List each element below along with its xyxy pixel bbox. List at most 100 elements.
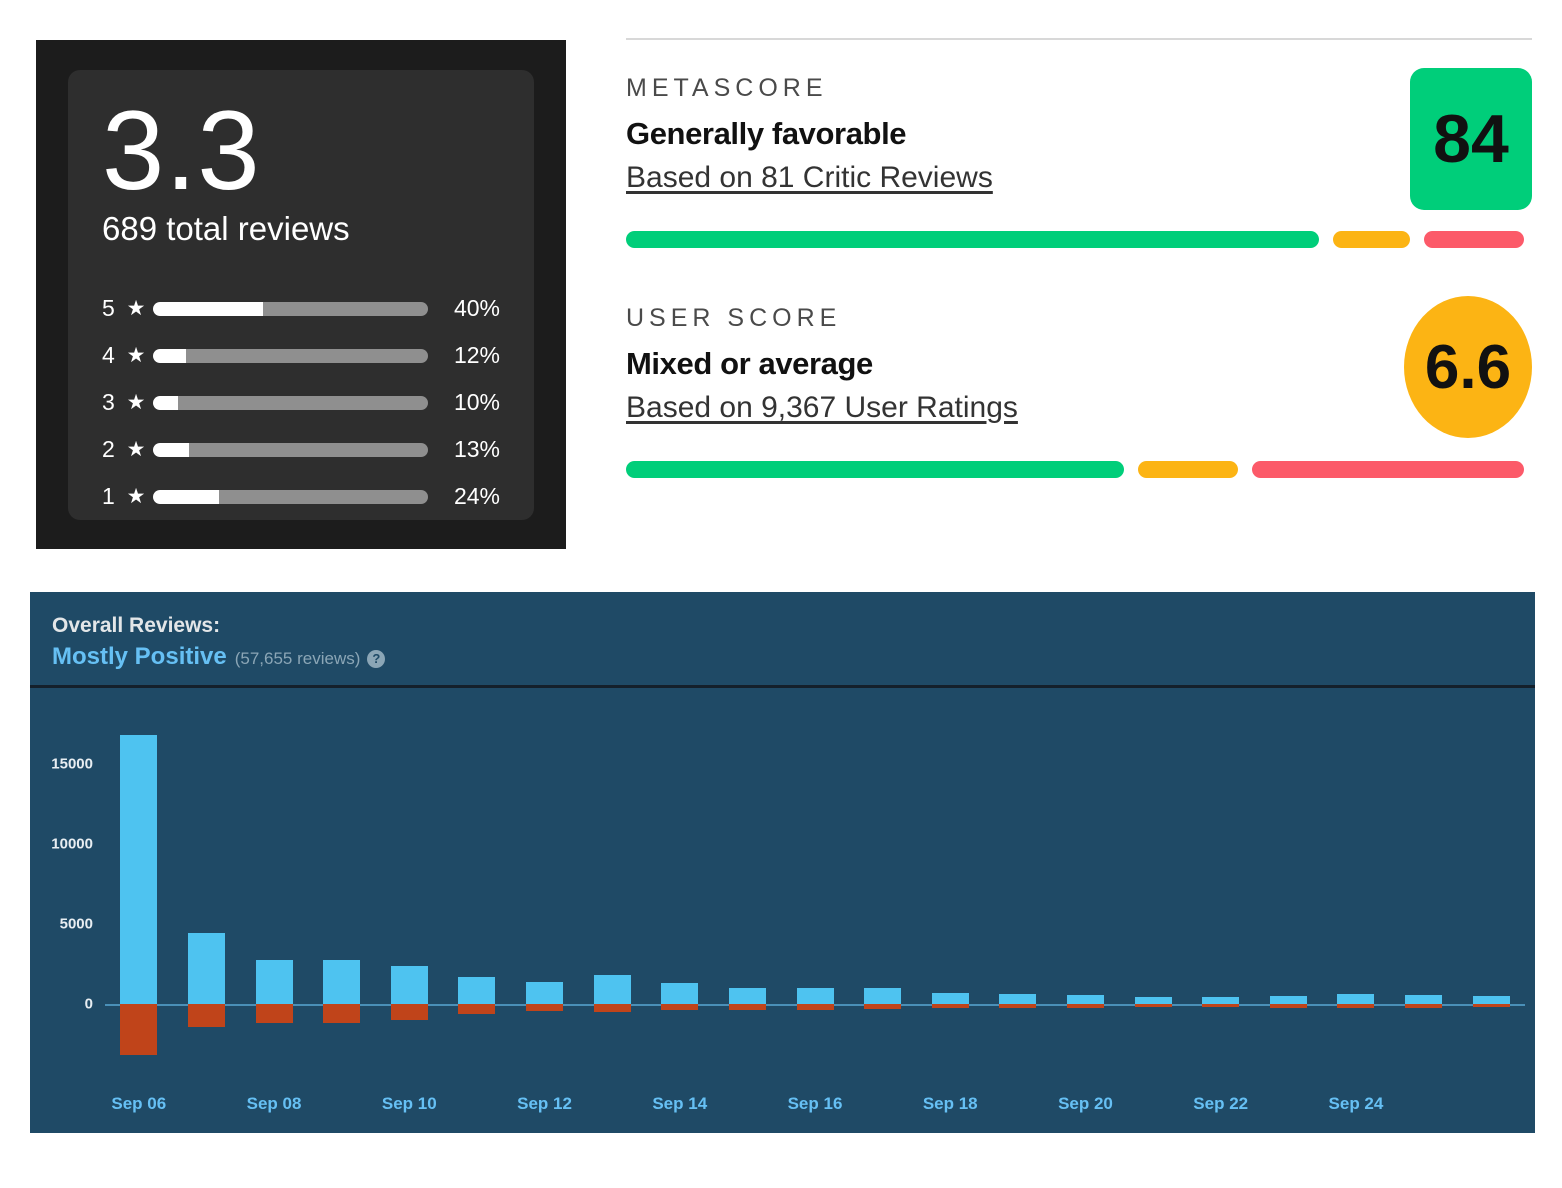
userscore-block: USER SCORE Mixed or average Based on 9,3…: [626, 304, 1532, 478]
histogram-bar-negative: [526, 1004, 563, 1011]
sentiment-segment-green: [626, 461, 1124, 478]
star-icon: ★: [119, 345, 153, 366]
sentiment-segment-red: [1252, 461, 1524, 478]
histogram-bar-negative: [661, 1004, 698, 1010]
userscore-badge[interactable]: 6.6: [1404, 296, 1532, 438]
question-mark-icon[interactable]: ?: [367, 650, 385, 668]
top-divider: [626, 38, 1532, 40]
histogram-bar-column[interactable]: [864, 716, 901, 1068]
histogram-bar-negative: [1337, 1004, 1374, 1008]
sentiment-segment-yellow: [1138, 461, 1238, 478]
sentiment-segment-red: [1424, 231, 1524, 248]
overall-reviews-summary: Mostly Positive (57,655 reviews) ?: [52, 643, 1535, 671]
histogram-bar-positive: [256, 960, 293, 1004]
star-row-percent: 13%: [428, 436, 500, 463]
histogram-bar-column[interactable]: [1135, 716, 1172, 1068]
star-rating-row: 2★ 13%: [102, 435, 500, 465]
histogram-bar-negative: [1202, 1004, 1239, 1007]
histogram-bar-positive: [1337, 994, 1374, 1004]
x-axis-tick-label: Sep 12: [517, 1094, 572, 1114]
star-row-count: 2: [102, 436, 119, 463]
star-icon: ★: [119, 439, 153, 460]
histogram-bar-column[interactable]: [526, 716, 563, 1068]
histogram-bar-negative: [391, 1004, 428, 1020]
screenshot-root: 3.3 689 total reviews 5★40%4★12%3★10%2★1…: [0, 0, 1562, 1188]
x-axis-tick-label: Sep 16: [788, 1094, 843, 1114]
star-rating-card-inner: 3.3 689 total reviews 5★40%4★12%3★10%2★1…: [68, 70, 534, 520]
x-axis-tick-label: Sep 24: [1329, 1094, 1384, 1114]
star-icon: ★: [119, 486, 153, 507]
metascore-block: METASCORE Generally favorable Based on 8…: [626, 74, 1532, 248]
histogram-bar-column[interactable]: [1202, 716, 1239, 1068]
star-rating-card: 3.3 689 total reviews 5★40%4★12%3★10%2★1…: [36, 40, 566, 549]
steam-reviews-panel: Overall Reviews: Mostly Positive (57,655…: [30, 592, 1535, 1133]
star-row-track: [153, 349, 428, 363]
histogram-bar-negative: [1405, 1004, 1442, 1008]
metascore-critic-reviews-link[interactable]: Based on 81 Critic Reviews: [626, 161, 993, 195]
histogram-bar-positive: [188, 933, 225, 1004]
star-row-percent: 40%: [428, 295, 500, 322]
x-axis-tick-label: Sep 10: [382, 1094, 437, 1114]
star-rating-row: 5★ 40%: [102, 294, 500, 324]
average-rating-value: 3.3: [102, 98, 500, 204]
histogram-bar-column[interactable]: [1405, 716, 1442, 1068]
star-row-percent: 24%: [428, 483, 500, 510]
metascore-verdict: Generally favorable: [626, 116, 1532, 152]
overall-reviews-count: (57,655 reviews): [235, 649, 361, 669]
sentiment-segment-yellow: [1333, 231, 1410, 248]
histogram-bar-negative: [729, 1004, 766, 1010]
histogram-bar-negative: [1067, 1004, 1104, 1008]
histogram-bar-positive: [323, 960, 360, 1004]
histogram-bar-column[interactable]: [188, 716, 225, 1068]
x-axis-tick-label: Sep 20: [1058, 1094, 1113, 1114]
histogram-bar-negative: [120, 1004, 157, 1055]
star-row-track: [153, 302, 428, 316]
steam-reviews-header: Overall Reviews: Mostly Positive (57,655…: [30, 592, 1535, 685]
histogram-bar-column[interactable]: [797, 716, 834, 1068]
userscore-user-ratings-link[interactable]: Based on 9,367 User Ratings: [626, 391, 1018, 425]
histogram-bar-column[interactable]: [391, 716, 428, 1068]
star-row-count: 5: [102, 295, 119, 322]
x-axis-tick-label: Sep 18: [923, 1094, 978, 1114]
histogram-bar-column[interactable]: [729, 716, 766, 1068]
histogram-bar-positive: [1202, 997, 1239, 1004]
histogram-bar-column[interactable]: [1270, 716, 1307, 1068]
histogram-bar-positive: [1270, 996, 1307, 1004]
histogram-bar-positive: [729, 988, 766, 1004]
y-axis-tick-label: 10000: [51, 836, 93, 853]
star-row-count: 1: [102, 483, 119, 510]
histogram-bar-column[interactable]: [661, 716, 698, 1068]
histogram-bar-positive: [526, 982, 563, 1004]
histogram-bar-negative: [188, 1004, 225, 1027]
histogram-bar-positive: [120, 735, 157, 1004]
histogram-bar-column[interactable]: [1473, 716, 1510, 1068]
y-axis-tick-label: 15000: [51, 756, 93, 773]
star-row-track: [153, 396, 428, 410]
histogram-bar-positive: [458, 977, 495, 1004]
histogram-bar-column[interactable]: [120, 716, 157, 1068]
histogram-bar-column[interactable]: [594, 716, 631, 1068]
star-icon: ★: [119, 298, 153, 319]
histogram-bar-column[interactable]: [323, 716, 360, 1068]
star-icon: ★: [119, 392, 153, 413]
star-row-percent: 10%: [428, 389, 500, 416]
histogram-bar-column[interactable]: [256, 716, 293, 1068]
star-breakdown-list: 5★40%4★12%3★10%2★13%1★24%: [102, 294, 500, 512]
histogram-bar-column[interactable]: [1337, 716, 1374, 1068]
histogram-bar-column[interactable]: [1067, 716, 1104, 1068]
histogram-bar-column[interactable]: [999, 716, 1036, 1068]
overall-reviews-label: Overall Reviews:: [52, 614, 1535, 638]
histogram-bar-column[interactable]: [458, 716, 495, 1068]
histogram-bar-positive: [661, 983, 698, 1004]
histogram-bar-positive: [797, 988, 834, 1004]
star-row-track: [153, 490, 428, 504]
histogram-bar-positive: [932, 993, 969, 1004]
histogram-bar-column[interactable]: [932, 716, 969, 1068]
userscore-verdict: Mixed or average: [626, 346, 1532, 382]
histogram-bar-negative: [797, 1004, 834, 1010]
metascore-badge[interactable]: 84: [1410, 68, 1532, 210]
review-histogram-chart: 050001000015000Sep 06Sep 08Sep 10Sep 12S…: [30, 688, 1535, 1140]
star-row-fill: [153, 349, 186, 363]
chart-plot-area: 050001000015000Sep 06Sep 08Sep 10Sep 12S…: [105, 716, 1525, 1068]
star-rating-row: 3★10%: [102, 388, 500, 418]
